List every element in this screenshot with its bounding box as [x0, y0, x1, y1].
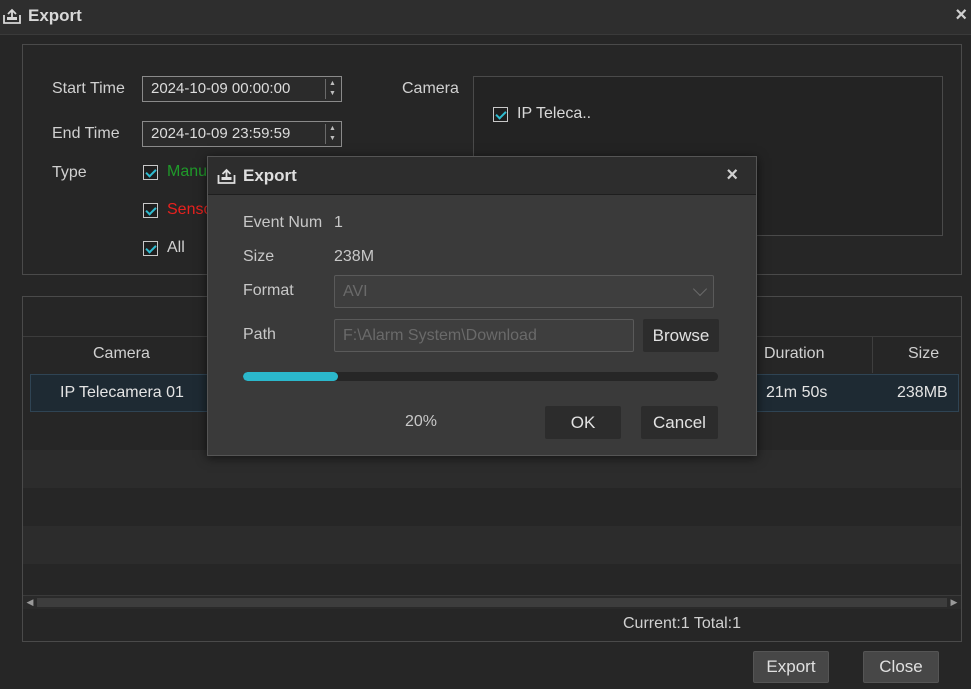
start-time-input[interactable]: 2024-10-09 00:00:00 ▲ ▼ — [142, 76, 342, 102]
export-dialog: Export × Event Num 1 Size 238M Format AV… — [207, 156, 757, 456]
window-title: Export — [28, 6, 82, 25]
type-all-checkbox[interactable] — [143, 241, 158, 256]
size-value: 238M — [334, 248, 375, 265]
type-manual-checkbox[interactable] — [143, 165, 158, 180]
camera-label: Camera — [402, 80, 459, 97]
window-close-icon[interactable]: × — [955, 4, 967, 26]
event-num-label: Event Num — [243, 214, 323, 231]
event-num-value: 1 — [334, 214, 343, 231]
dialog-title: Export — [243, 166, 297, 185]
column-camera[interactable]: Camera — [93, 345, 150, 363]
export-progress-bar — [243, 372, 718, 381]
camera-item-label: IP Teleca.. — [517, 105, 592, 122]
end-time-spinner[interactable]: ▲ ▼ — [325, 124, 339, 144]
end-time-label: End Time — [52, 125, 120, 142]
end-time-value: 2024-10-09 23:59:59 — [151, 125, 291, 142]
end-time-input[interactable]: 2024-10-09 23:59:59 ▲ ▼ — [142, 121, 342, 147]
type-sensor-checkbox[interactable] — [143, 203, 158, 218]
export-button[interactable]: Export — [753, 651, 829, 683]
format-select[interactable]: AVI — [334, 275, 714, 308]
path-value: F:\Alarm System\Download — [343, 327, 537, 344]
progress-fill — [243, 372, 338, 381]
spin-up-icon[interactable]: ▲ — [326, 124, 339, 134]
close-button[interactable]: Close — [863, 651, 939, 683]
export-icon — [3, 8, 21, 24]
column-duration[interactable]: Duration — [764, 345, 824, 363]
camera-checkbox[interactable] — [493, 107, 508, 122]
type-label: Type — [52, 164, 87, 181]
cancel-button[interactable]: Cancel — [641, 406, 718, 439]
row-duration: 21m 50s — [766, 384, 828, 401]
scroll-right-icon[interactable]: ▶ — [948, 596, 960, 609]
column-divider — [872, 337, 873, 373]
row-camera: IP Telecamera 01 — [60, 384, 184, 401]
horizontal-scrollbar[interactable]: ◀ ▶ — [23, 595, 961, 609]
ok-button[interactable]: OK — [545, 406, 621, 439]
format-label: Format — [243, 282, 294, 299]
spin-up-icon[interactable]: ▲ — [326, 79, 339, 89]
pagination-status: Current:1 Total:1 — [623, 615, 741, 632]
start-time-spinner[interactable]: ▲ ▼ — [325, 79, 339, 99]
table-row-empty — [23, 564, 961, 595]
table-row-empty — [23, 488, 961, 526]
spin-down-icon[interactable]: ▼ — [326, 134, 339, 144]
type-all-label: All — [167, 239, 185, 256]
path-input[interactable]: F:\Alarm System\Download — [334, 319, 634, 352]
size-label: Size — [243, 248, 275, 265]
progress-percent: 20% — [405, 413, 438, 430]
scrollbar-thumb[interactable] — [37, 598, 947, 607]
column-size[interactable]: Size — [908, 345, 939, 363]
start-time-label: Start Time — [52, 80, 125, 97]
dialog-close-icon[interactable]: × — [726, 164, 738, 187]
dialog-titlebar: Export × — [208, 157, 756, 195]
scroll-left-icon[interactable]: ◀ — [24, 596, 36, 609]
start-time-value: 2024-10-09 00:00:00 — [151, 80, 291, 97]
row-size: 238MB — [897, 384, 948, 401]
table-row-empty — [23, 526, 961, 564]
export-icon — [217, 168, 236, 184]
spin-down-icon[interactable]: ▼ — [326, 89, 339, 99]
chevron-down-icon — [692, 281, 708, 297]
format-value: AVI — [343, 283, 368, 300]
window-titlebar: Export × — [0, 0, 971, 35]
path-label: Path — [243, 326, 276, 343]
browse-button[interactable]: Browse — [643, 319, 719, 352]
